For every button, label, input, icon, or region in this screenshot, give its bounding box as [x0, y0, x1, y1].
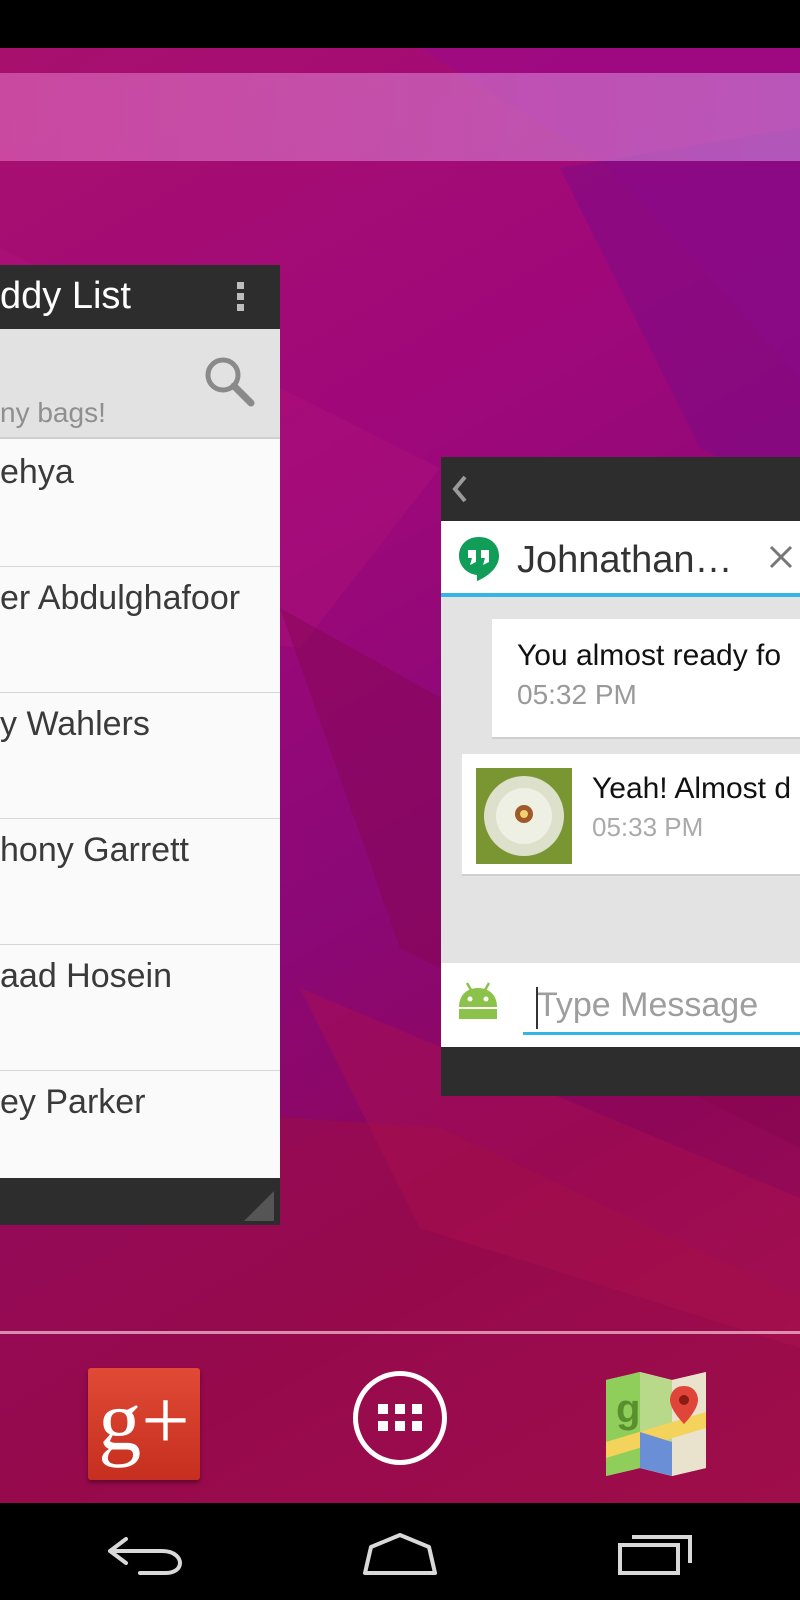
- svg-text:g: g: [616, 1387, 640, 1431]
- chevron-left-icon[interactable]: [447, 471, 471, 507]
- contact-name: hony Garrett: [0, 831, 189, 869]
- search-bar-strip[interactable]: [0, 73, 800, 161]
- contact-name: y Wahlers: [0, 705, 150, 743]
- contact-name: aad Hosein: [0, 957, 173, 995]
- home-icon[interactable]: [355, 1523, 445, 1579]
- status-bar: [0, 0, 800, 48]
- message-text: You almost ready fo: [517, 639, 782, 672]
- buddy-list-footer: [0, 1178, 280, 1225]
- maps-icon[interactable]: g: [604, 1372, 708, 1476]
- contact-name: ey Parker: [0, 1083, 146, 1121]
- chat-bottombar: [441, 1047, 800, 1096]
- overflow-menu-icon[interactable]: [230, 279, 250, 315]
- search-icon[interactable]: [203, 355, 255, 407]
- text-cursor: [536, 987, 538, 1029]
- chat-topbar: [441, 457, 800, 521]
- contact-row[interactable]: er Abdulghafoor: [0, 567, 280, 693]
- chat-contact-name: Johnathan…: [517, 539, 733, 581]
- chat-header: Johnathan…: [441, 521, 800, 597]
- contact-name: er Abdulghafoor: [0, 579, 241, 617]
- status-message: ny bags!: [0, 397, 106, 428]
- buddy-list-header: ddy List: [0, 265, 280, 329]
- message-bubble-outgoing: Yeah! Almost d 05:33 PM: [462, 754, 800, 874]
- contact-row[interactable]: hony Garrett: [0, 819, 280, 945]
- dock-divider: [0, 1331, 800, 1334]
- close-icon[interactable]: [767, 543, 795, 571]
- contact-row[interactable]: ehya: [0, 441, 280, 567]
- dandelion-photo: [476, 768, 572, 864]
- contact-row[interactable]: y Wahlers: [0, 693, 280, 819]
- app-drawer-icon[interactable]: [353, 1371, 447, 1465]
- message-bubble-incoming: You almost ready fo 05:32 PM: [492, 619, 800, 737]
- app-drawer-grid: [378, 1404, 422, 1431]
- avatar: [476, 768, 572, 864]
- contact-row[interactable]: aad Hosein: [0, 945, 280, 1071]
- hangouts-widget: Johnathan… You almost ready fo 05:32 PM …: [441, 457, 800, 1096]
- google-plus-icon[interactable]: g+: [88, 1368, 200, 1480]
- google-plus-label: g+: [98, 1372, 190, 1468]
- back-icon[interactable]: [100, 1523, 190, 1579]
- message-time: 05:33 PM: [592, 812, 704, 842]
- buddy-list-widget: ddy List ny bags! ehya er Abdulghafoor y…: [0, 265, 280, 1225]
- recents-icon[interactable]: [612, 1523, 702, 1579]
- compose-bar: [441, 963, 800, 1047]
- contact-name: ehya: [0, 453, 74, 491]
- message-time: 05:32 PM: [517, 679, 637, 710]
- message-text: Yeah! Almost d: [592, 772, 792, 805]
- resize-handle-icon[interactable]: [244, 1191, 274, 1221]
- message-input[interactable]: [523, 979, 800, 1035]
- contact-row[interactable]: ey Parker: [0, 1071, 280, 1178]
- hangouts-icon: [459, 537, 499, 581]
- android-icon[interactable]: [455, 981, 501, 1021]
- buddy-status-row: ny bags!: [0, 329, 280, 439]
- navigation-bar: [0, 1503, 800, 1600]
- buddy-list-title: ddy List: [0, 275, 131, 317]
